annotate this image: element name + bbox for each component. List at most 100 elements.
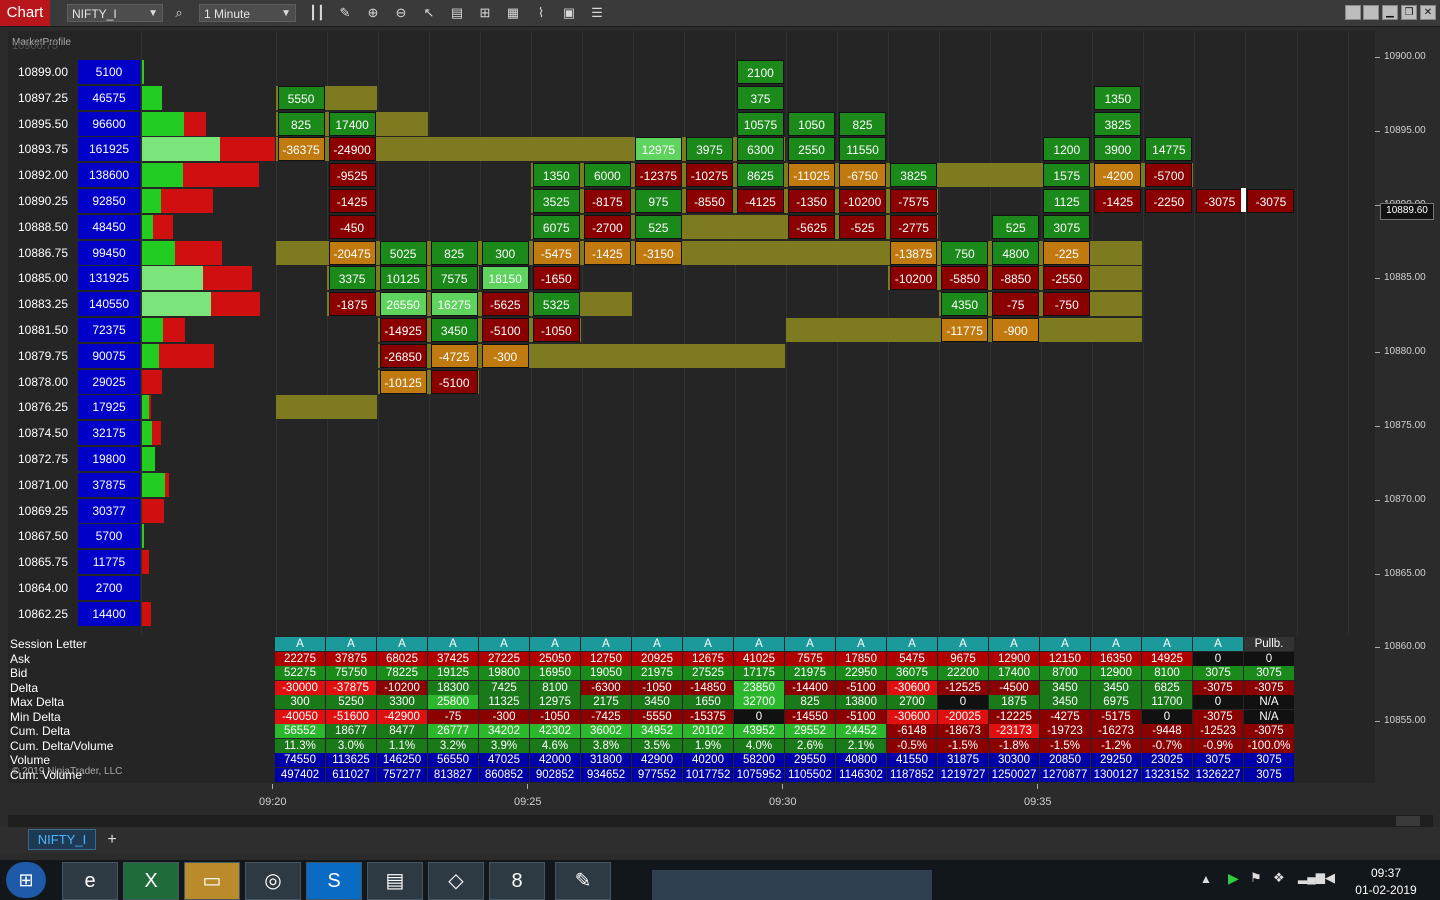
summary-cell: 12975 (530, 695, 580, 709)
summary-cell: 29550 (785, 753, 835, 767)
chart-trader-icon[interactable]: ▣ (560, 4, 578, 22)
summary-cell: 611027 (326, 767, 376, 782)
zoom-in-icon[interactable]: ⊕ (364, 4, 382, 22)
excel-icon[interactable]: X (123, 862, 179, 900)
grid-line-vertical (581, 31, 583, 635)
price-level-label: 10895.50 (17, 116, 69, 131)
footprint-cell: 1350 (532, 163, 580, 188)
footprint-cell: -2250 (1145, 189, 1193, 213)
data-box-icon[interactable]: ▤ (448, 4, 466, 22)
footprint-cell: 12975 (634, 137, 682, 162)
list-icon[interactable]: ☰ (588, 4, 606, 22)
summary-cell: 1250027 (989, 767, 1039, 782)
summary-cell: A (785, 637, 835, 651)
folder-icon[interactable]: ▭ (184, 862, 240, 900)
paint-icon[interactable]: ✎ (555, 862, 611, 900)
summary-cell: 5475 (887, 651, 937, 666)
footprint-cell: -5850 (941, 266, 989, 291)
summary-cell: 1270877 (1040, 767, 1090, 782)
notepad-icon[interactable]: ▤ (367, 862, 423, 900)
pencil-icon[interactable]: ✎ (336, 4, 354, 22)
footprint-cell: -11025 (788, 163, 836, 188)
app-icon[interactable]: ◇ (428, 862, 484, 900)
summary-row-label: Volume (10, 753, 51, 767)
strategy-icon[interactable]: ▦ (504, 4, 522, 22)
footprint-cell: -75 (992, 292, 1040, 317)
scroll-thumb[interactable] (1396, 816, 1420, 826)
summary-cell: -40050 (275, 709, 325, 724)
time-axis-tick (272, 784, 273, 789)
play-icon[interactable]: ▶ (1228, 870, 1239, 887)
summary-cell: 27525 (683, 666, 733, 680)
zoom-out-icon[interactable]: ⊖ (392, 4, 410, 22)
summary-cell: 40200 (683, 753, 733, 767)
minimize-button[interactable]: ▁ (1382, 5, 1398, 20)
footprint-cell: -1425 (1094, 189, 1142, 213)
ie-icon[interactable]: e (62, 862, 118, 900)
summary-cell: 0 (938, 695, 988, 709)
timeframe-selector[interactable]: 1 Minute ▼ (199, 4, 296, 22)
restore-button[interactable]: ❐ (1401, 5, 1417, 20)
network-icon[interactable]: ▂▄▆ (1298, 870, 1325, 884)
pin-window-button[interactable] (1345, 5, 1361, 20)
dropbox-icon[interactable]: ❖ (1273, 870, 1285, 886)
properties-icon[interactable]: ⊞ (476, 4, 494, 22)
summary-cell: 21975 (785, 666, 835, 680)
footprint-cell: 1200 (1043, 137, 1091, 162)
profile-sell-bar (142, 550, 149, 575)
footprint-cell: 750 (941, 240, 989, 265)
chrome-icon[interactable]: ◎ (245, 862, 301, 900)
footprint-cell: 6300 (736, 137, 784, 162)
search-icon[interactable]: ⌕ (170, 4, 188, 22)
price-axis-label: 10870.00 (1384, 493, 1426, 505)
summary-cell: A (734, 637, 784, 651)
summary-cell: 26777 (428, 724, 478, 738)
summary-cell: -6148 (887, 724, 937, 738)
profile-sell-bar (175, 240, 223, 265)
indicator-icon[interactable]: ⌇ (532, 4, 550, 22)
footprint-cell: -5700 (1145, 163, 1193, 188)
summary-cell: 17175 (734, 666, 784, 680)
ninja-icon[interactable]: 8 (489, 862, 545, 900)
instrument-selector[interactable]: NIFTY_I ▼ (67, 4, 163, 22)
summary-cell: 58200 (734, 753, 784, 767)
footprint-cell: -1425 (328, 189, 376, 213)
summary-cell: 4.6% (530, 738, 580, 753)
summary-cell: 56550 (428, 753, 478, 767)
start-button[interactable]: ⊞ (6, 862, 46, 898)
footprint-cell: 26550 (379, 292, 427, 317)
volume-cell: 72375 (78, 318, 140, 342)
footprint-cell: 5325 (532, 292, 580, 317)
volume-cell: 131925 (78, 266, 140, 291)
summary-cell: A (428, 637, 478, 651)
tray-arrow-icon[interactable]: ▲ (1200, 872, 1212, 886)
tile-window-button[interactable] (1363, 5, 1379, 20)
add-tab-button[interactable]: + (104, 829, 120, 850)
footprint-cell: -4200 (1094, 163, 1142, 188)
summary-cell: 0 (734, 709, 784, 724)
flag-icon[interactable]: ⚑ (1250, 870, 1262, 886)
pointer-icon[interactable]: ↖ (420, 4, 438, 22)
tab-nifty[interactable]: NIFTY_I (28, 829, 96, 850)
summary-cell: -3075 (1244, 724, 1294, 738)
skype-icon[interactable]: S (306, 862, 362, 900)
volume-icon[interactable]: ◀ (1325, 870, 1335, 886)
profile-buy-bar (142, 447, 156, 471)
summary-cell: 29552 (785, 724, 835, 738)
summary-cell: 1323152 (1142, 767, 1192, 782)
bar-chart-icon[interactable]: ┃┃ (308, 4, 326, 22)
volume-cell: 96600 (78, 111, 140, 136)
summary-cell: 17400 (989, 666, 1039, 680)
footprint-cell: -1875 (328, 292, 376, 317)
close-button[interactable]: ✕ (1420, 5, 1436, 20)
summary-cell: 1219727 (938, 767, 988, 782)
summary-cell: -5100 (836, 680, 886, 695)
price-level-label: 10897.25 (17, 90, 69, 105)
footprint-cell: -1650 (532, 266, 580, 291)
summary-cell: -10200 (377, 680, 427, 695)
price-level-label: 10888.50 (17, 219, 69, 234)
horizontal-scrollbar[interactable] (8, 815, 1433, 827)
price-level-label: 10879.75 (17, 348, 69, 363)
summary-row-label: Delta (10, 680, 39, 695)
summary-cell: 146250 (377, 753, 427, 767)
